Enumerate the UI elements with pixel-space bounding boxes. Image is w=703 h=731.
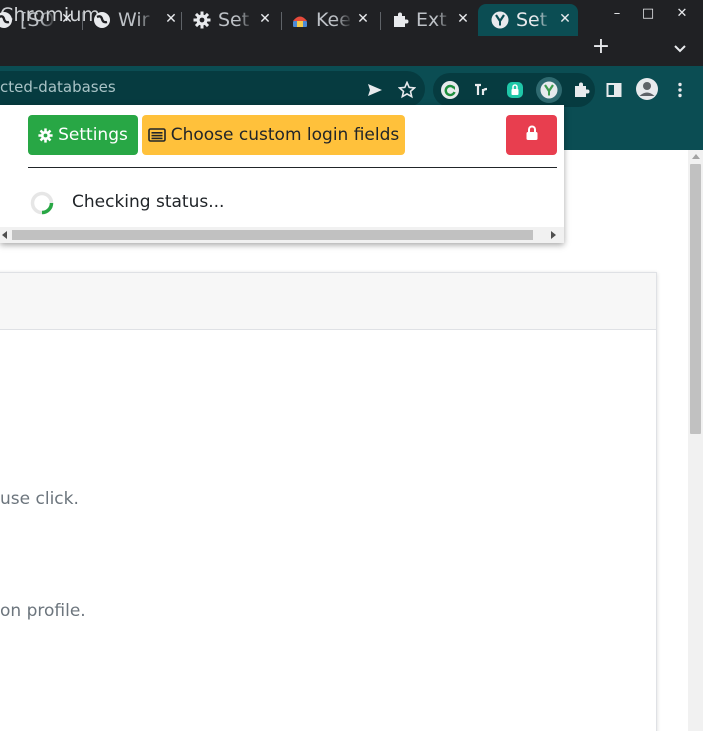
scroll-left-arrow[interactable] (2, 231, 7, 239)
extensions-puzzle-icon[interactable] (569, 78, 593, 102)
settings-card (0, 272, 657, 731)
status-text: Checking status... (72, 192, 225, 212)
translate-extension-icon[interactable] (470, 78, 494, 102)
lock-icon (525, 125, 539, 146)
gear-icon (192, 10, 212, 30)
gear-icon (38, 127, 53, 143)
scroll-up-arrow[interactable] (692, 154, 700, 159)
popup-scrollbar-thumb[interactable] (12, 230, 533, 240)
puzzle-icon (390, 10, 410, 30)
tab-separator (281, 12, 282, 30)
minimize-button[interactable]: – (600, 3, 634, 25)
tab-win[interactable]: Wir ✕ (92, 4, 184, 36)
globe-icon (92, 10, 112, 30)
side-panel-icon[interactable] (602, 78, 626, 102)
close-icon[interactable]: ✕ (58, 10, 76, 28)
tab-separator (380, 12, 381, 30)
profile-avatar-icon[interactable] (635, 77, 659, 101)
keepassxc-popup: Settings Choose custom login fields Chec… (0, 105, 564, 243)
tab-search-icon[interactable] (670, 38, 690, 58)
close-icon[interactable]: ✕ (556, 10, 574, 28)
close-icon[interactable]: ✕ (162, 10, 180, 28)
refresh-extension-icon[interactable] (438, 78, 462, 102)
tab-label: Wir (118, 9, 150, 31)
close-icon[interactable]: ✕ (256, 10, 274, 28)
settings-button[interactable]: Settings (28, 115, 138, 155)
loading-spinner-icon (30, 191, 54, 215)
scrollbar-thumb[interactable] (690, 164, 701, 434)
maximize-button[interactable]: □ (631, 3, 665, 25)
lock-database-button[interactable] (506, 115, 557, 155)
keepassxc-extension-icon[interactable] (536, 77, 562, 103)
close-window-button[interactable]: ✕ (665, 3, 699, 25)
custom-fields-button-label: Choose custom login fields (170, 125, 400, 145)
form-fields-icon (147, 128, 166, 142)
tab-label: Ext (416, 9, 447, 31)
tab-so[interactable]: [SO ✕ (0, 4, 80, 36)
settings-button-label: Settings (58, 125, 128, 145)
lock-extension-icon[interactable] (503, 78, 527, 102)
send-tab-icon[interactable] (363, 78, 387, 102)
tab-separator (82, 12, 83, 30)
tab-settings-active[interactable]: Set ✕ (478, 4, 578, 36)
popup-horizontal-scrollbar[interactable] (0, 227, 564, 243)
choose-custom-login-fields-button[interactable]: Choose custom login fields (142, 115, 405, 155)
scroll-right-arrow[interactable] (551, 231, 556, 239)
tab-settings-1[interactable]: Set ✕ (192, 4, 278, 36)
globe-icon (0, 10, 14, 30)
address-url[interactable]: cted-databases (0, 78, 116, 96)
keepass-icon (290, 10, 310, 30)
card-header (0, 273, 656, 330)
page-text-line-1: use click. (0, 489, 79, 509)
popup-divider (28, 167, 557, 168)
tab-label: Kee (316, 9, 351, 31)
menu-kebab-icon[interactable] (668, 78, 692, 102)
tab-keepass[interactable]: Kee ✕ (290, 4, 376, 36)
close-icon[interactable]: ✕ (454, 10, 472, 28)
page-scrollbar[interactable] (688, 150, 703, 731)
new-tab-button[interactable]: + (590, 36, 612, 58)
keepassxc-icon (490, 10, 510, 30)
tab-extensions[interactable]: Ext ✕ (390, 4, 476, 36)
tab-label: Set (218, 9, 250, 31)
tab-label: [SO (20, 9, 55, 31)
close-icon[interactable]: ✕ (354, 10, 372, 28)
tab-label: Set (516, 9, 548, 31)
bookmark-star-icon[interactable] (395, 78, 419, 102)
page-text-line-2: on profile. (0, 601, 86, 621)
tab-separator (181, 12, 182, 30)
